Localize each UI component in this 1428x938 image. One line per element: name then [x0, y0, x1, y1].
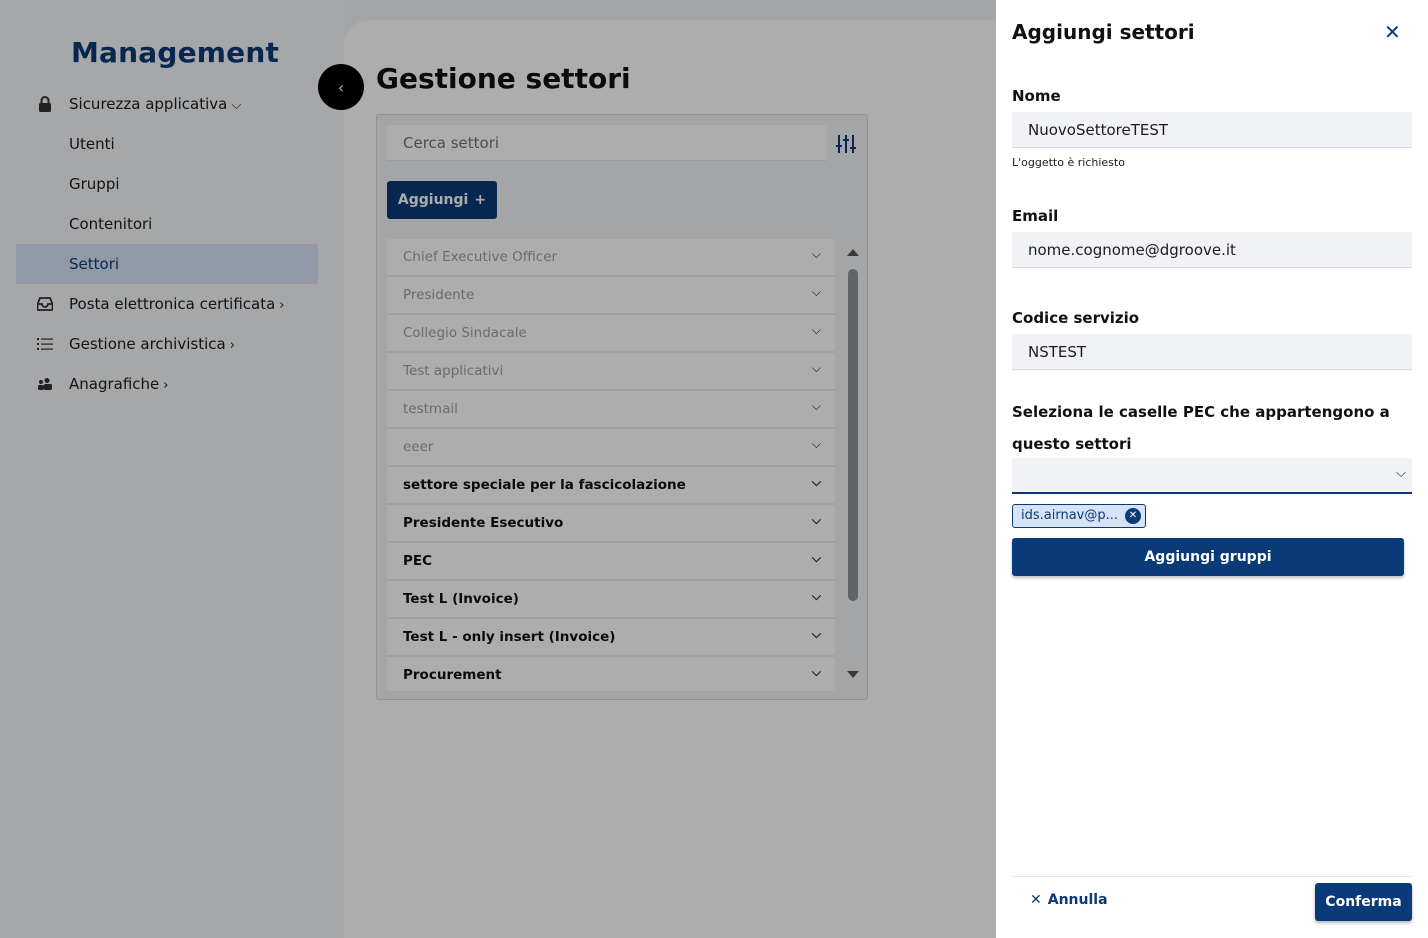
- email-label: Email: [1012, 207, 1059, 225]
- pec-chip-label: ids.airnav@p...: [1021, 508, 1119, 523]
- name-label: Nome: [1012, 87, 1061, 105]
- add-groups-button[interactable]: Aggiungi gruppi: [1012, 538, 1404, 576]
- cancel-label: Annulla: [1047, 892, 1108, 908]
- cancel-button[interactable]: ✕ Annulla: [1030, 892, 1108, 908]
- close-icon[interactable]: ✕: [1384, 20, 1401, 44]
- drawer-footer-divider: [1012, 876, 1412, 877]
- add-sector-drawer: Aggiungi settori ✕ Nome NuovoSettoreTEST…: [996, 0, 1428, 938]
- pec-chip: ids.airnav@p... ✕: [1012, 504, 1146, 528]
- confirm-button[interactable]: Conferma: [1315, 883, 1412, 921]
- name-hint: L'oggetto è richiesto: [1012, 156, 1125, 169]
- pec-select-label: Seleziona le caselle PEC che appartengon…: [1012, 403, 1390, 453]
- name-field[interactable]: NuovoSettoreTEST: [1012, 112, 1412, 148]
- pec-select[interactable]: ⌵: [1012, 458, 1412, 494]
- modal-overlay[interactable]: [0, 0, 996, 938]
- remove-chip-icon[interactable]: ✕: [1125, 508, 1141, 524]
- email-field[interactable]: nome.cognome@dgroove.it: [1012, 232, 1412, 268]
- service-code-label: Codice servizio: [1012, 309, 1140, 327]
- drawer-title: Aggiungi settori: [1012, 20, 1195, 44]
- service-code-field[interactable]: NSTEST: [1012, 334, 1412, 370]
- close-icon: ✕: [1030, 892, 1042, 908]
- chevron-down-icon: ⌵: [1396, 466, 1406, 481]
